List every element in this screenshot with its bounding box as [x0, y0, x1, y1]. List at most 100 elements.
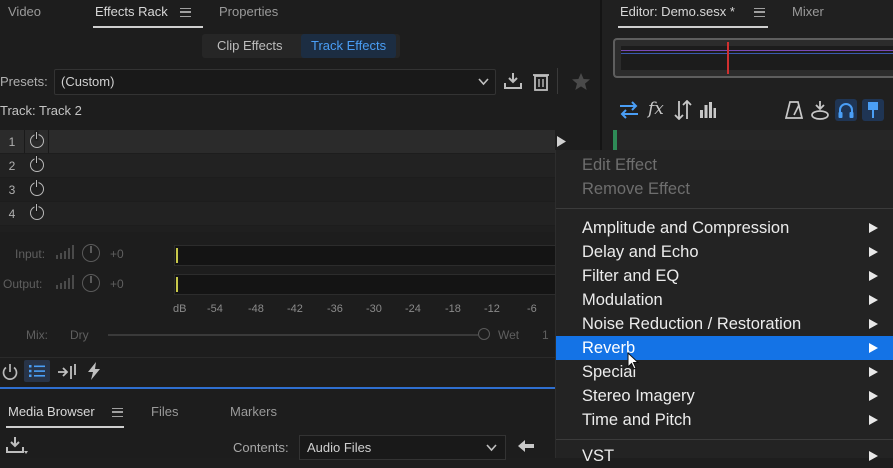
- menu-item-vst[interactable]: VST: [556, 444, 893, 468]
- track-label: Track: Track 2: [0, 103, 82, 118]
- scale-label: -30: [366, 303, 382, 315]
- menu-item-delay-and-echo[interactable]: Delay and Echo: [556, 240, 893, 264]
- tab-mixer[interactable]: Mixer: [792, 4, 824, 19]
- tab-video[interactable]: Video: [8, 4, 41, 19]
- output-gain-knob[interactable]: [82, 274, 100, 292]
- submenu-arrow-icon: [869, 247, 878, 257]
- monitor-button[interactable]: [835, 99, 857, 121]
- output-label: Output:: [3, 277, 43, 291]
- delete-preset-icon[interactable]: [532, 71, 550, 91]
- menu-item-time-and-pitch[interactable]: Time and Pitch: [556, 408, 893, 432]
- fx-icon[interactable]: fx: [648, 99, 664, 119]
- effect-slot-row[interactable]: 1: [0, 130, 566, 153]
- overview-line: [621, 53, 893, 54]
- tab-effects-rack[interactable]: Effects Rack: [95, 4, 168, 19]
- active-tab-underline: [6, 426, 124, 428]
- menu-item-filter-and-eq[interactable]: Filter and EQ: [556, 264, 893, 288]
- output-meter: [174, 274, 557, 295]
- eq-bars-icon[interactable]: [700, 102, 716, 118]
- tab-media-browser[interactable]: Media Browser: [8, 404, 95, 419]
- submenu-arrow-icon: [869, 391, 878, 401]
- effects-context-menu: Edit Effect Remove Effect Amplitude and …: [555, 150, 893, 465]
- scale-label: -54: [207, 303, 223, 315]
- session-overview[interactable]: [613, 38, 893, 78]
- mix-label: Mix:: [26, 328, 48, 342]
- tab-markers[interactable]: Markers: [230, 404, 277, 419]
- scale-label: -42: [287, 303, 303, 315]
- tab-properties[interactable]: Properties: [219, 4, 278, 19]
- overview-line: [621, 50, 893, 51]
- contents-label: Contents:: [233, 440, 289, 455]
- scale-label: -6: [527, 303, 537, 315]
- slot-list-overflow: [0, 226, 555, 232]
- tab-track-effects[interactable]: Track Effects: [301, 34, 397, 58]
- menu-item-label: Modulation: [582, 291, 663, 309]
- active-tab-underline: [93, 26, 203, 28]
- metronome-icon[interactable]: [785, 101, 803, 119]
- presets-dropdown[interactable]: (Custom): [54, 69, 496, 95]
- panel-menu-icon[interactable]: [754, 8, 765, 17]
- panel-menu-icon[interactable]: [112, 408, 123, 417]
- menu-item-stereo-imagery[interactable]: Stereo Imagery: [556, 384, 893, 408]
- scale-label: -24: [405, 303, 421, 315]
- slot-divider: [48, 130, 49, 153]
- active-tab-underline: [618, 26, 768, 28]
- save-preset-icon[interactable]: [503, 71, 523, 91]
- panel-menu-icon[interactable]: [180, 8, 191, 17]
- slot-divider: [24, 130, 25, 153]
- submenu-arrow-icon: [869, 367, 878, 377]
- master-power-icon[interactable]: [1, 363, 19, 381]
- power-icon[interactable]: [30, 132, 44, 148]
- list-view-button[interactable]: [24, 360, 50, 382]
- slot-number: 1: [8, 135, 16, 149]
- slot-menu-arrow-icon[interactable]: [557, 136, 566, 147]
- submenu-arrow-icon: [869, 319, 878, 329]
- switch-tracks-icon[interactable]: [619, 101, 639, 119]
- lightning-icon[interactable]: [87, 362, 101, 380]
- list-icon: [29, 365, 45, 377]
- submenu-arrow-icon: [869, 343, 878, 353]
- tab-files[interactable]: Files: [151, 404, 178, 419]
- presets-value: (Custom): [61, 74, 115, 89]
- menu-item-modulation[interactable]: Modulation: [556, 288, 893, 312]
- import-icon[interactable]: [6, 437, 28, 455]
- power-icon[interactable]: [30, 204, 44, 220]
- submenu-arrow-icon: [869, 295, 878, 305]
- menu-item-edit-effect[interactable]: Edit Effect: [556, 153, 893, 177]
- input-peak-indicator: [176, 248, 178, 263]
- tab-editor[interactable]: Editor: Demo.sesx *: [620, 4, 735, 19]
- panel-focus-divider: [0, 387, 600, 389]
- menu-item-amplitude-and-compression[interactable]: Amplitude and Compression: [556, 216, 893, 240]
- power-icon[interactable]: [30, 180, 44, 196]
- pin-icon: [868, 102, 878, 118]
- mouse-cursor-icon: [627, 352, 639, 370]
- contents-dropdown[interactable]: Audio Files: [299, 435, 506, 460]
- menu-item-noise-reduction-restoration[interactable]: Noise Reduction / Restoration: [556, 312, 893, 336]
- tab-clip-effects[interactable]: Clip Effects: [207, 34, 293, 58]
- mix-slider-handle[interactable]: [478, 328, 490, 340]
- submenu-arrow-icon: [869, 415, 878, 425]
- menu-item-special[interactable]: Special: [556, 360, 893, 384]
- sends-icon[interactable]: [674, 100, 692, 120]
- menu-item-label: Remove Effect: [582, 180, 690, 198]
- menu-item-remove-effect[interactable]: Remove Effect: [556, 177, 893, 201]
- effects-rack-panel: Video Effects Rack Properties Clip Effec…: [0, 0, 600, 460]
- mix-dry-label: Dry: [70, 328, 89, 342]
- insert-effect-icon[interactable]: [57, 363, 77, 380]
- submenu-arrow-icon: [869, 451, 878, 461]
- favorite-star-icon[interactable]: [571, 72, 591, 91]
- record-input-icon[interactable]: [810, 100, 830, 120]
- input-gain-knob[interactable]: [82, 244, 100, 262]
- mix-slider-track[interactable]: [108, 334, 478, 336]
- menu-item-reverb[interactable]: Reverb: [556, 336, 893, 360]
- effect-slot-row[interactable]: 3: [0, 178, 555, 201]
- effect-slot-row[interactable]: 4: [0, 202, 555, 225]
- playhead-indicator: [727, 42, 729, 74]
- pin-button[interactable]: [862, 99, 884, 121]
- back-arrow-icon[interactable]: [518, 440, 534, 452]
- slot-number: 2: [8, 159, 16, 173]
- effect-slot-row[interactable]: 2: [0, 154, 555, 177]
- output-gain-value: +0: [110, 277, 124, 291]
- input-level-icon: [56, 245, 74, 259]
- power-icon[interactable]: [30, 156, 44, 172]
